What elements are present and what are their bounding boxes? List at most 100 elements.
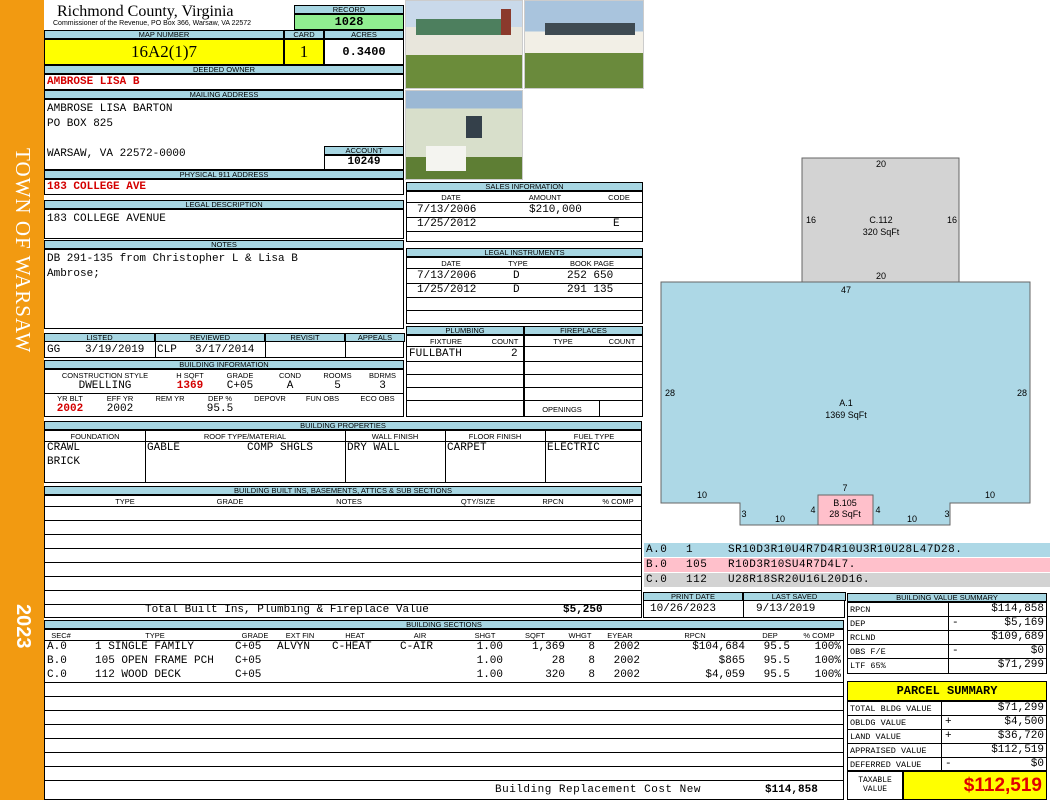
fireplace-col-count: COUNT bbox=[608, 337, 636, 346]
section-row-1-col-7: 28 bbox=[551, 655, 565, 667]
section-row-0-col-7: 1,369 bbox=[531, 641, 565, 653]
legal-instruments-header: LEGAL INSTRUMENTS bbox=[406, 248, 643, 257]
section-row-2-col-0: C.0 bbox=[47, 669, 67, 681]
bti-col-rpcn: RPCN bbox=[542, 497, 564, 506]
parcel-rows-label: DEFERRED VALUE bbox=[850, 760, 922, 770]
last-saved: 9/13/2019 bbox=[756, 603, 816, 615]
mailing-line-3: WARSAW, VA 22572-0000 bbox=[47, 148, 186, 160]
section-row-0-col-3: ALVYN bbox=[277, 641, 311, 653]
sale-2-date: 1/25/2012 bbox=[417, 218, 477, 230]
parcel-summary-table: TOTAL BLDG VALUE $71,299 OBLDG VALUE + $4,50… bbox=[847, 701, 1047, 771]
plumbing-table: FIXTURE COUNT FULLBATH 2 bbox=[406, 335, 524, 417]
dim-a-step-right: 10 bbox=[985, 490, 995, 500]
section-row-2-col-10: $4,059 bbox=[705, 669, 745, 681]
bvs-table: RPCN $114,858 DEP - $5,169 RCLND $109,689 OBS F… bbox=[847, 602, 1047, 674]
fireplace-col-type: TYPE bbox=[553, 337, 573, 346]
builtins-header: BUILDING BUILT INS, BASEMENTS, ATTICS & … bbox=[44, 486, 642, 495]
bi-h-cond: COND bbox=[278, 371, 302, 380]
fence-shape bbox=[426, 146, 466, 171]
section-row-0-col-8: 8 bbox=[588, 641, 595, 653]
parcel-rows-value: $71,299 bbox=[997, 702, 1044, 714]
reviewed-header: REVIEWED bbox=[155, 333, 265, 342]
bp-floor: CARPET bbox=[447, 442, 487, 454]
bvs-rows-sign: - bbox=[952, 617, 959, 629]
sales-col-date: DATE bbox=[441, 193, 461, 202]
dim-a-bottom-left: 10 bbox=[775, 514, 785, 524]
acres-header: ACRES bbox=[324, 30, 404, 39]
bvs-rows-label: OBS F/E bbox=[850, 647, 886, 657]
plumbing-col-fixture: FIXTURE bbox=[429, 337, 463, 346]
listed-by: GG bbox=[47, 344, 61, 356]
li-1-type: D bbox=[513, 270, 520, 282]
plumbing-count: 2 bbox=[511, 348, 518, 360]
b-label: B.105 bbox=[833, 498, 857, 508]
bti-col-comp: % COMP bbox=[602, 497, 634, 506]
sections-col-1: TYPE bbox=[145, 631, 165, 640]
bi-style: DWELLING bbox=[78, 380, 132, 392]
section-row-2-col-11: 95.5 bbox=[763, 669, 790, 681]
parcel-rows-value: $112,519 bbox=[991, 744, 1044, 756]
card-header: CARD bbox=[284, 30, 324, 39]
fireplaces-header: FIREPLACES bbox=[524, 326, 643, 335]
bi-h-dep: DEP % bbox=[207, 394, 233, 403]
section-row-2-col-8: 8 bbox=[588, 669, 595, 681]
sketch-area: 20 16 16 20 C.112 320 SqFt 47 28 28 A.1 … bbox=[645, 0, 1050, 545]
deeded-owner-box: AMBROSE LISA B bbox=[44, 74, 404, 90]
section-row-0-col-1: 1 SINGLE FAMILY bbox=[95, 641, 195, 653]
deeded-owner: AMBROSE LISA B bbox=[47, 76, 140, 88]
bp-col-roof: ROOF TYPE/MATERIAL bbox=[203, 432, 287, 441]
dim-c-right: 16 bbox=[947, 215, 957, 225]
bi-h-depovr: DEPOVR bbox=[254, 394, 286, 403]
bvs-rows-value: $71,299 bbox=[997, 659, 1044, 671]
legal-description-box: 183 COLLEGE AVENUE bbox=[44, 209, 404, 239]
house-photo-side bbox=[524, 0, 644, 89]
legend-code: 112 bbox=[686, 574, 708, 586]
record-header: RECORD bbox=[294, 5, 404, 14]
town-label: TOWN OF WARSAW bbox=[11, 148, 35, 354]
roof-shape bbox=[545, 23, 635, 35]
building-sections-table: SEC# TYPE GRADE EXT FIN HEAT AIR SHGT SQFT WHGT E… bbox=[44, 629, 844, 800]
bi-grade: C+05 bbox=[226, 380, 254, 392]
parcel-rows-sign: + bbox=[945, 716, 952, 728]
taxable-label-1: TAXABLE bbox=[858, 776, 892, 785]
sales-col-amount: AMOUNT bbox=[528, 193, 562, 202]
bp-col-wall: WALL FINISH bbox=[371, 432, 419, 441]
sections-col-4: HEAT bbox=[345, 631, 365, 640]
sale-1-amount: $210,000 bbox=[529, 204, 582, 216]
dim-c-top: 20 bbox=[876, 159, 886, 169]
print-date: 10/26/2023 bbox=[650, 603, 717, 615]
li-1-bookpage: 252 650 bbox=[567, 270, 614, 282]
parcel-rows-value: $4,500 bbox=[1004, 716, 1044, 728]
notes-box: DB 291-135 from Christopher L & Lisa B A… bbox=[44, 249, 404, 329]
last-saved-header: LAST SAVED bbox=[743, 592, 846, 601]
sections-col-8: WHGT bbox=[568, 631, 592, 640]
a-area: 1369 SqFt bbox=[825, 410, 867, 420]
legend-code: 105 bbox=[686, 559, 708, 571]
section-row-1-col-10: $865 bbox=[718, 655, 745, 667]
bi-bdrms: 3 bbox=[379, 380, 386, 392]
brcn-label: Building Replacement Cost New bbox=[495, 784, 701, 796]
account-number: 10249 bbox=[324, 155, 404, 170]
section-row-0-col-12: 100% bbox=[814, 641, 841, 653]
commissioner-address: Commissioner of the Revenue, PO Box 366,… bbox=[53, 20, 252, 27]
sections-col-9: EYEAR bbox=[607, 631, 633, 640]
brcn-value: $114,858 bbox=[765, 784, 818, 796]
section-row-1-col-11: 95.5 bbox=[763, 655, 790, 667]
mailing-line-1: AMBROSE LISA BARTON bbox=[47, 103, 173, 115]
bi-cond: A bbox=[286, 380, 294, 392]
section-row-2-col-2: C+05 bbox=[235, 669, 262, 681]
parcel-rows-label: LAND VALUE bbox=[850, 732, 902, 742]
dim-b-top: 7 bbox=[842, 483, 847, 493]
section-row-2-col-6: 1.00 bbox=[476, 669, 503, 681]
sections-col-2: GRADE bbox=[241, 631, 269, 640]
bi-h-style: CONSTRUCTION STYLE bbox=[61, 371, 149, 380]
sidebar: TOWN OF WARSAW 2023 bbox=[0, 0, 44, 800]
legend-row: A.0 1 SR10D3R10U4R7D4R10U3R10U28L47D28. bbox=[644, 543, 1050, 557]
b-area: 28 SqFt bbox=[829, 509, 861, 519]
plumbing-header: PLUMBING bbox=[406, 326, 524, 335]
section-row-0-col-0: A.0 bbox=[47, 641, 67, 653]
sections-col-6: SHGT bbox=[474, 631, 496, 640]
house-photo-rear bbox=[405, 90, 523, 180]
dim-a-bottom-right: 10 bbox=[907, 514, 917, 524]
section-row-0-col-2: C+05 bbox=[235, 641, 262, 653]
